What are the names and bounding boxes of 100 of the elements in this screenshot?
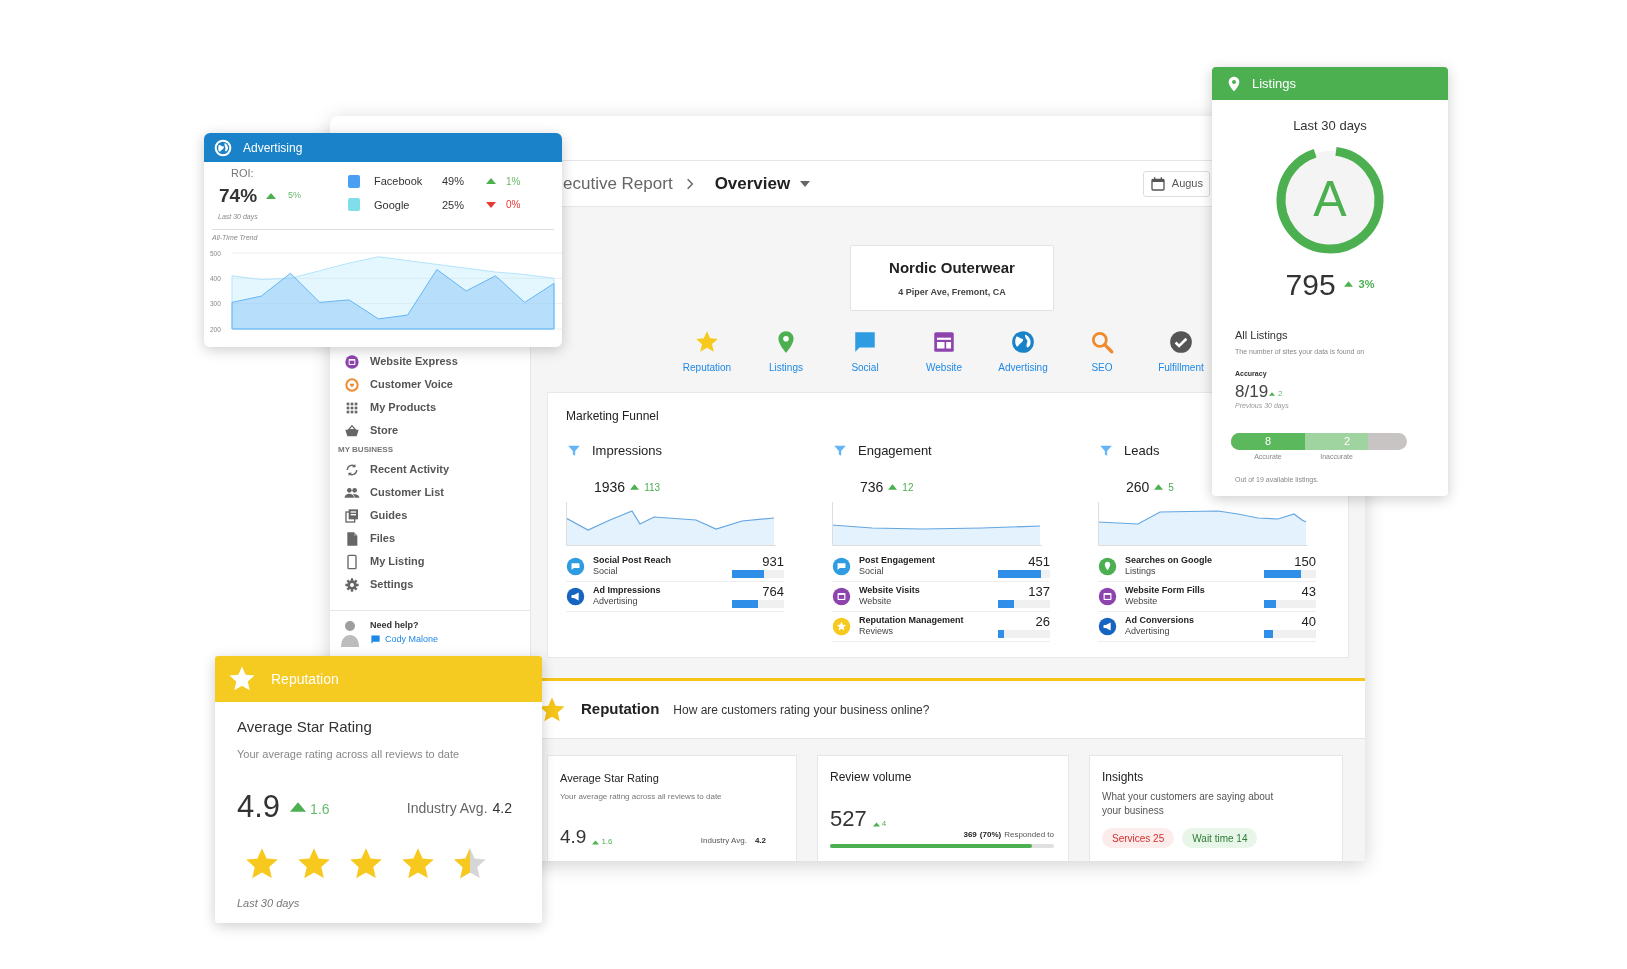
section-heading: MY BUSINESS [337, 444, 394, 456]
nav-tab[interactable]: Reputation [682, 329, 732, 375]
metric-name: Ad Conversions [1125, 615, 1195, 626]
up-arrow-icon [630, 484, 640, 490]
browser-window-icon [832, 586, 851, 606]
up-arrow-icon [888, 484, 898, 490]
sidebar-item[interactable]: Settings [337, 573, 530, 596]
sidebar-item[interactable]: Guides [337, 504, 530, 527]
stage-change: 12 [902, 480, 914, 495]
browser-window-icon [1098, 586, 1117, 606]
nav-tab[interactable]: Social [851, 329, 879, 375]
card-title: Reputation [271, 669, 339, 689]
metric-source: Advertising [593, 596, 639, 607]
up-arrow-icon [1154, 484, 1164, 490]
score-change: 3% [1358, 276, 1375, 292]
megaphone-icon [566, 586, 585, 606]
roi-change: 5% [288, 189, 302, 202]
metric-value: 764 [762, 584, 784, 599]
sidebar-item[interactable]: Files [337, 527, 530, 550]
card-title: Advertising [243, 139, 303, 157]
globe-icon [1010, 329, 1036, 355]
up-arrow-icon [872, 822, 880, 827]
stage-total: 736 [860, 477, 884, 497]
metric-value: 40 [1301, 614, 1316, 629]
insight-tag[interactable]: Services 25 [1102, 828, 1175, 848]
sidebar-item[interactable]: Website Express [337, 350, 530, 373]
heart-circle-icon [344, 376, 360, 393]
rating-change: 1.6 [310, 799, 330, 819]
industry-value: 4.2 [754, 835, 766, 847]
date-button[interactable]: Augus [1142, 170, 1210, 197]
up-arrow-icon [1343, 281, 1353, 287]
card-heading: Average Star Rating [237, 717, 373, 737]
accuracy-segment: 8 [1231, 432, 1305, 450]
funnel-stage-title: Impressions [592, 442, 663, 460]
sidebar-item[interactable]: My Products [337, 396, 530, 419]
phone-icon [344, 553, 360, 570]
browser-window-icon [344, 353, 360, 370]
file-icon [344, 530, 360, 547]
nav-tab[interactable]: Website [926, 329, 962, 375]
globe-icon [213, 137, 233, 158]
card-title: Review volume [830, 769, 913, 786]
sidebar-item[interactable]: Store [337, 419, 530, 442]
metric-value: 137 [1028, 584, 1050, 599]
funnel-icon [832, 443, 848, 458]
metric-source: Social [593, 566, 619, 577]
metric-value: 150 [1294, 554, 1316, 569]
card-title: Marketing Funnel [566, 408, 660, 425]
breadcrumb-link[interactable]: ecutive Report [563, 170, 673, 197]
industry-label: Industry Avg. [406, 798, 488, 818]
metric-name: Reputation Management [859, 615, 965, 626]
section-title: Reputation [581, 699, 660, 720]
nav-tab[interactable]: Listings [769, 329, 803, 375]
responded-count: 369 [963, 829, 977, 841]
insight-tag[interactable]: Wait time 14 [1182, 828, 1258, 848]
channel-share: 49% [442, 174, 466, 189]
up-arrow-icon [266, 192, 277, 199]
sidebar-item[interactable]: My Listing [337, 550, 530, 573]
metric-source: Reviews [859, 626, 894, 637]
help-title: Need help? [370, 619, 420, 632]
period-label: Last 30 days [237, 895, 301, 911]
funnel-icon [1098, 443, 1114, 458]
sidebar-item[interactable]: Recent Activity [337, 458, 530, 481]
card-subtitle: Your average rating across all reviews to date [237, 746, 461, 762]
rating-value: 4.9 [560, 824, 587, 849]
card-title: Average Star Rating [560, 771, 660, 786]
channel-change: 1% [506, 174, 521, 189]
industry-label: Industry Avg. [700, 835, 747, 847]
check-circle-icon [1168, 329, 1194, 355]
metric-name: Ad Impressions [593, 585, 662, 596]
metric-name: Website Visits [859, 585, 921, 596]
rating-value: 4.9 [237, 788, 281, 826]
chat-bubble-icon [370, 633, 381, 645]
chat-bubble-icon [566, 556, 585, 576]
responded-label: Responded to [1004, 829, 1054, 841]
sidebar-item[interactable]: Customer Voice [337, 373, 530, 396]
metric-name: Social Post Reach [593, 555, 673, 566]
section-subtitle: How are customers rating your business online? [673, 701, 930, 719]
nav-tab[interactable]: Advertising [998, 329, 1048, 375]
funnel-icon [566, 443, 582, 458]
map-pin-icon [1098, 556, 1117, 576]
magnifier-icon [1089, 329, 1115, 355]
breadcrumb-current[interactable]: Overview [714, 170, 791, 197]
channel-name: Google [374, 197, 411, 213]
grade-letter: A [1312, 170, 1348, 229]
business-address: 4 Piper Ave, Fremont, CA [898, 285, 1006, 299]
accuracy-change: 2 [1278, 388, 1283, 400]
business-name: Nordic Outerwear [889, 258, 1015, 278]
chat-bubble-icon [832, 556, 851, 576]
metric-value: 931 [762, 554, 784, 569]
section-title: All Listings [1235, 327, 1289, 343]
contact-link[interactable]: Cody Malone [370, 632, 439, 646]
funnel-stage-title: Engagement [858, 442, 932, 460]
stage-change: 113 [644, 480, 661, 495]
metric-source: Website [1125, 596, 1159, 607]
basket-icon [344, 422, 360, 439]
calendar-icon [1149, 175, 1166, 192]
review-count: 527 [830, 805, 867, 833]
sidebar-item[interactable]: Customer List [337, 481, 530, 504]
metric-value: 43 [1301, 584, 1316, 599]
up-arrow-icon [1269, 392, 1276, 396]
